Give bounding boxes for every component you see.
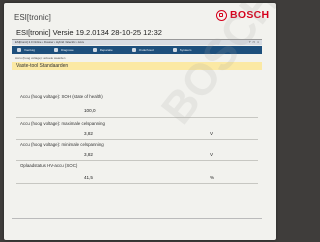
printed-report: ESI[tronic] BOSCH ESI[tronic] Versie 19.… [4, 3, 276, 240]
bosch-armature-icon [216, 9, 227, 21]
window-title: ESI[tronic] Versie 19.2.0134 28-10-25 12… [16, 28, 162, 37]
app-bar-text: ESI[tronic] 2.0 Online • Dossier • Hybri… [15, 40, 85, 44]
value-max-cell-voltage: 3,82 [84, 131, 93, 136]
tab-label: Systeem [179, 48, 192, 52]
value-soc: 41,5 [84, 175, 93, 180]
window-title-bar: ESI[tronic] Versie 19.2.0134 28-10-25 12… [12, 27, 262, 40]
window-controls: ? ▭ × [249, 40, 259, 45]
section-header: Vaste-tool Standaarden [12, 62, 262, 70]
service-icon [131, 48, 136, 52]
tab-label: Voertuig [24, 48, 36, 52]
tab-service[interactable]: Onderhoud [131, 48, 154, 52]
breadcrumb: Accu (hoog voltage): actuele waarden [12, 55, 262, 61]
page-bottom-rule [12, 218, 262, 219]
bosch-logo: BOSCH [216, 9, 269, 21]
tab-vehicle[interactable]: Voertuig [17, 48, 35, 52]
value-label-min-cell-voltage: Accu (hoog voltage): minimale celspannin… [20, 142, 104, 147]
app-menu-bar: ESI[tronic] 2.0 Online • Dossier • Hybri… [12, 40, 262, 45]
tab-repair[interactable]: Reparatie [92, 48, 113, 52]
settings-icon [172, 48, 177, 52]
row-divider [16, 139, 258, 140]
wrench-icon [92, 48, 97, 52]
row-divider [16, 117, 258, 118]
unit-min-cell-voltage: V [210, 152, 214, 157]
tab-system[interactable]: Systeem [172, 48, 192, 52]
tab-diagnosis[interactable]: Diagnose [54, 48, 74, 52]
tab-label: Reparatie [99, 48, 113, 52]
maximize-icon[interactable]: ▭ [252, 40, 255, 45]
close-icon[interactable]: × [257, 40, 259, 45]
value-min-cell-voltage: 3,82 [84, 152, 93, 157]
brand-name: BOSCH [230, 9, 270, 21]
section-title: Vaste-tool Standaarden [16, 63, 69, 69]
value-label-max-cell-voltage: Accu (hoog voltage): maximale celspannin… [20, 121, 105, 126]
tab-label: Onderhoud [138, 48, 154, 52]
subtitle: Accu (hoog voltage): actuele waarden [15, 56, 66, 60]
car-icon [17, 48, 21, 52]
value-soh: 100,0 [84, 108, 96, 113]
value-label-soh: Accu (hoog voltage): SOH (state of healt… [20, 94, 103, 99]
row-divider [16, 160, 258, 161]
unit-soc: % [210, 175, 215, 180]
unit-max-cell-voltage: V [210, 131, 214, 136]
diagnosis-icon [54, 48, 59, 52]
app-name: ESI[tronic] [14, 13, 51, 22]
main-nav: Voertuig Diagnose Reparatie Onderhoud Sy… [12, 46, 262, 54]
tab-label: Diagnose [61, 48, 74, 52]
row-divider [16, 183, 258, 184]
help-icon[interactable]: ? [249, 40, 251, 45]
value-label-soc: Oplaadstatus HV-accu (SOC) [20, 163, 78, 168]
